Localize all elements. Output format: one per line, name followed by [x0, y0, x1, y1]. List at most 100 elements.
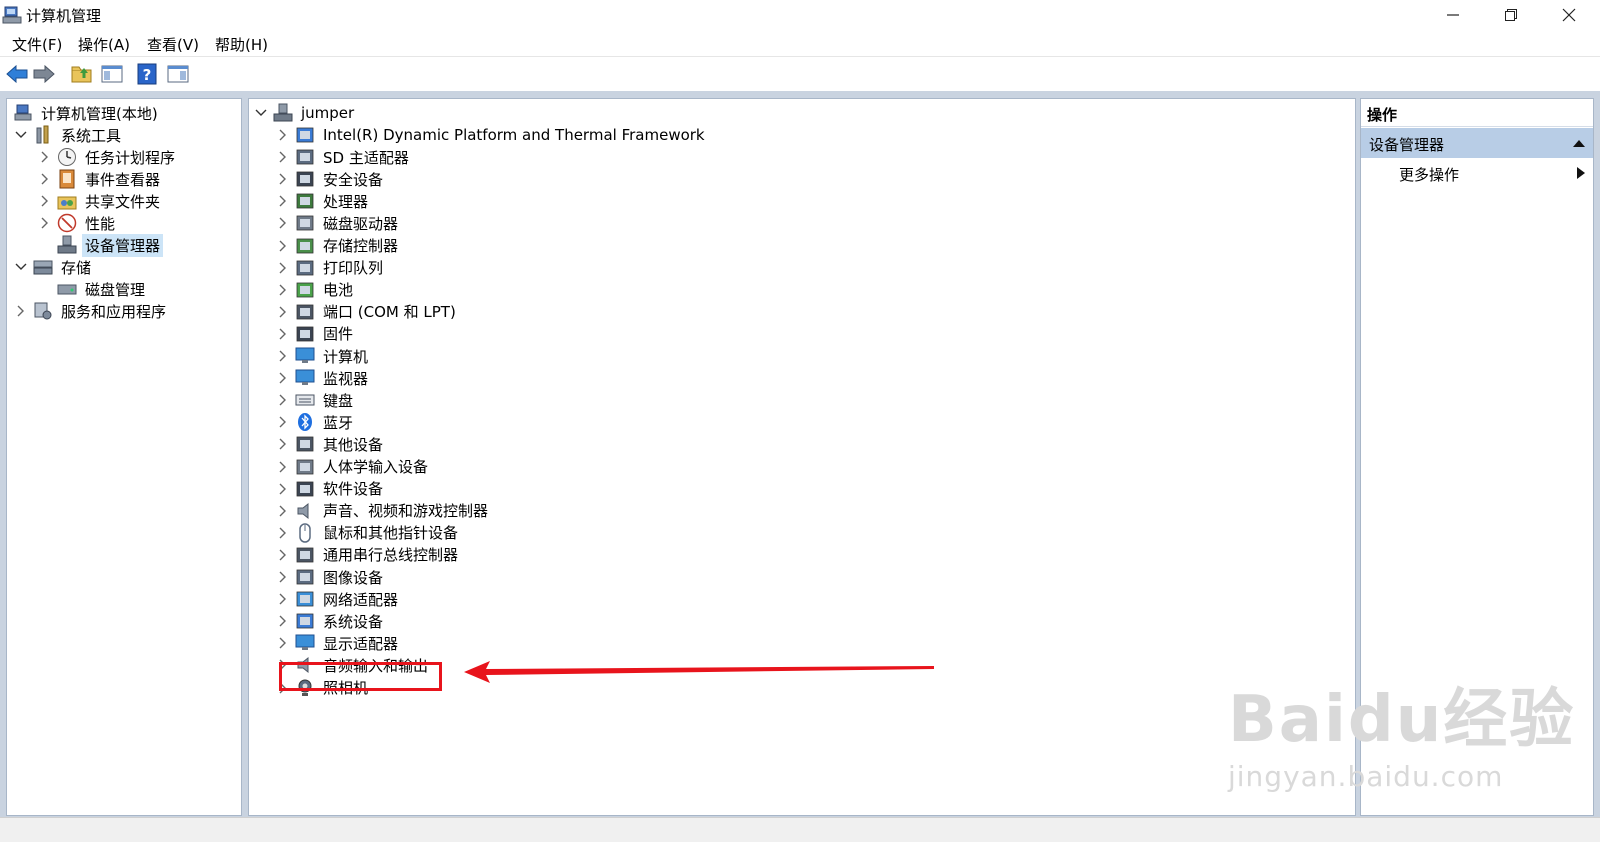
- menu-view[interactable]: 查看(V): [147, 34, 199, 55]
- software-device-icon: [295, 479, 315, 499]
- close-button[interactable]: [1540, 0, 1598, 30]
- chevron-right-icon[interactable]: [275, 591, 291, 607]
- chevron-right-icon[interactable]: [37, 171, 53, 187]
- chevron-right-icon[interactable]: [37, 215, 53, 231]
- tree-item-services-apps[interactable]: 服务和应用程序: [13, 300, 169, 322]
- chevron-down-icon[interactable]: [13, 127, 29, 143]
- help-button[interactable]: ?: [135, 62, 159, 86]
- restore-button[interactable]: [1482, 0, 1540, 30]
- annotation-highlight-box: [279, 662, 442, 691]
- forward-button[interactable]: [32, 62, 56, 86]
- chevron-right-icon[interactable]: [275, 436, 291, 452]
- menu-action[interactable]: 操作(A): [78, 34, 130, 55]
- chevron-right-icon[interactable]: [275, 569, 291, 585]
- device-root[interactable]: jumper: [253, 102, 357, 124]
- device-category-mouse[interactable]: 鼠标和其他指针设备: [275, 522, 461, 544]
- actions-section-device-manager[interactable]: 设备管理器: [1361, 128, 1593, 158]
- device-category-keyboard[interactable]: 键盘: [275, 389, 356, 411]
- chevron-right-icon[interactable]: [275, 635, 291, 651]
- device-category-printer[interactable]: 打印队列: [275, 257, 386, 279]
- device-category-other-device[interactable]: 其他设备: [275, 433, 386, 455]
- tree-item-device-manager[interactable]: 设备管理器: [53, 233, 164, 257]
- tree-item-task-scheduler[interactable]: 任务计划程序: [37, 146, 178, 168]
- chevron-right-icon[interactable]: [275, 525, 291, 541]
- minimize-button[interactable]: [1424, 0, 1482, 30]
- device-category-display-adapter[interactable]: 显示适配器: [275, 632, 401, 654]
- device-category-system-device[interactable]: 系统设备: [275, 610, 386, 632]
- collapse-up-icon[interactable]: [1573, 139, 1585, 147]
- tree-item-label: 计算机管理(本地): [41, 104, 158, 123]
- chevron-right-icon[interactable]: [275, 326, 291, 342]
- tree-item-computer-management[interactable]: 计算机管理(本地): [9, 102, 161, 124]
- device-category-network-adapter[interactable]: 网络适配器: [275, 588, 401, 610]
- storage-icon: [33, 257, 53, 277]
- device-category-storage-controller[interactable]: 存储控制器: [275, 235, 401, 257]
- up-folder-button[interactable]: [70, 62, 94, 86]
- device-category-bluetooth[interactable]: 蓝牙: [275, 411, 356, 433]
- storage-controller-icon: [295, 236, 315, 256]
- device-category-sd-card[interactable]: SD 主适配器: [275, 146, 412, 168]
- chevron-right-icon[interactable]: [275, 193, 291, 209]
- tree-item-event-viewer[interactable]: 事件查看器: [37, 168, 163, 190]
- back-button[interactable]: [5, 62, 29, 86]
- chevron-right-icon[interactable]: [37, 149, 53, 165]
- device-category-firmware[interactable]: 固件: [275, 323, 356, 345]
- chevron-right-icon[interactable]: [275, 613, 291, 629]
- chevron-right-icon[interactable]: [275, 370, 291, 386]
- chevron-right-icon[interactable]: [275, 481, 291, 497]
- more-actions-item[interactable]: 更多操作: [1361, 159, 1593, 187]
- chevron-right-icon[interactable]: [275, 547, 291, 563]
- svg-text:?: ?: [143, 66, 152, 84]
- menu-file[interactable]: 文件(F): [12, 34, 62, 55]
- tree-item-label: 存储: [61, 258, 92, 277]
- device-category-processor[interactable]: 处理器: [275, 190, 371, 212]
- chevron-right-icon[interactable]: [275, 282, 291, 298]
- device-category-security-device[interactable]: 安全设备: [275, 168, 386, 190]
- performance-icon: [57, 213, 77, 233]
- chevron-right-icon[interactable]: [275, 503, 291, 519]
- tree-item-storage[interactable]: 存储: [13, 256, 94, 278]
- help-icon: ?: [137, 63, 157, 85]
- chevron-down-icon[interactable]: [253, 105, 269, 121]
- chevron-right-icon[interactable]: [275, 127, 291, 143]
- chevron-down-icon[interactable]: [13, 259, 29, 275]
- toolbar: ?: [0, 57, 1600, 91]
- device-category-monitor[interactable]: 监视器: [275, 367, 371, 389]
- tree-item-system-tools[interactable]: 系统工具: [13, 124, 124, 146]
- chevron-right-icon[interactable]: [275, 149, 291, 165]
- device-category-battery[interactable]: 电池: [275, 279, 356, 301]
- chevron-right-icon[interactable]: [275, 392, 291, 408]
- device-category-disk-drive[interactable]: 磁盘驱动器: [275, 212, 401, 234]
- mouse-icon: [295, 523, 315, 543]
- chevron-right-icon[interactable]: [275, 171, 291, 187]
- device-category-chip-folder[interactable]: Intel(R) Dynamic Platform and Thermal Fr…: [275, 124, 708, 146]
- device-category-imaging-device[interactable]: 图像设备: [275, 566, 386, 588]
- back-arrow-icon: [6, 65, 28, 83]
- chevron-right-icon[interactable]: [37, 193, 53, 209]
- tree-item-performance[interactable]: 性能: [37, 212, 118, 234]
- device-category-speaker[interactable]: 声音、视频和游戏控制器: [275, 500, 491, 522]
- watermark: Baidu经验 jingyan.baidu.com: [1228, 668, 1575, 793]
- device-category-port[interactable]: 端口 (COM 和 LPT): [275, 301, 459, 323]
- device-category-hid[interactable]: 人体学输入设备: [275, 456, 431, 478]
- chevron-right-icon[interactable]: [275, 414, 291, 430]
- system-device-icon: [295, 611, 315, 631]
- chevron-right-icon[interactable]: [275, 260, 291, 276]
- more-actions-label: 更多操作: [1399, 166, 1460, 184]
- chevron-right-icon[interactable]: [275, 215, 291, 231]
- device-category-software-device[interactable]: 软件设备: [275, 478, 386, 500]
- device-category-computer[interactable]: 计算机: [275, 345, 371, 367]
- show-hide-action-pane-button[interactable]: [166, 62, 190, 86]
- chevron-right-icon[interactable]: [275, 459, 291, 475]
- chevron-right-icon[interactable]: [275, 304, 291, 320]
- chevron-right-icon[interactable]: [275, 238, 291, 254]
- device-category-usb[interactable]: 通用串行总线控制器: [275, 544, 461, 566]
- tree-item-label: 共享文件夹: [85, 192, 161, 211]
- tree-item-disk-management[interactable]: 磁盘管理: [53, 278, 148, 300]
- tree-item-shared-folders[interactable]: 共享文件夹: [37, 190, 163, 212]
- chevron-right-icon[interactable]: [13, 303, 29, 319]
- show-hide-tree-button[interactable]: [100, 62, 124, 86]
- menu-help[interactable]: 帮助(H): [215, 34, 268, 55]
- disk-management-icon: [57, 279, 77, 299]
- chevron-right-icon[interactable]: [275, 348, 291, 364]
